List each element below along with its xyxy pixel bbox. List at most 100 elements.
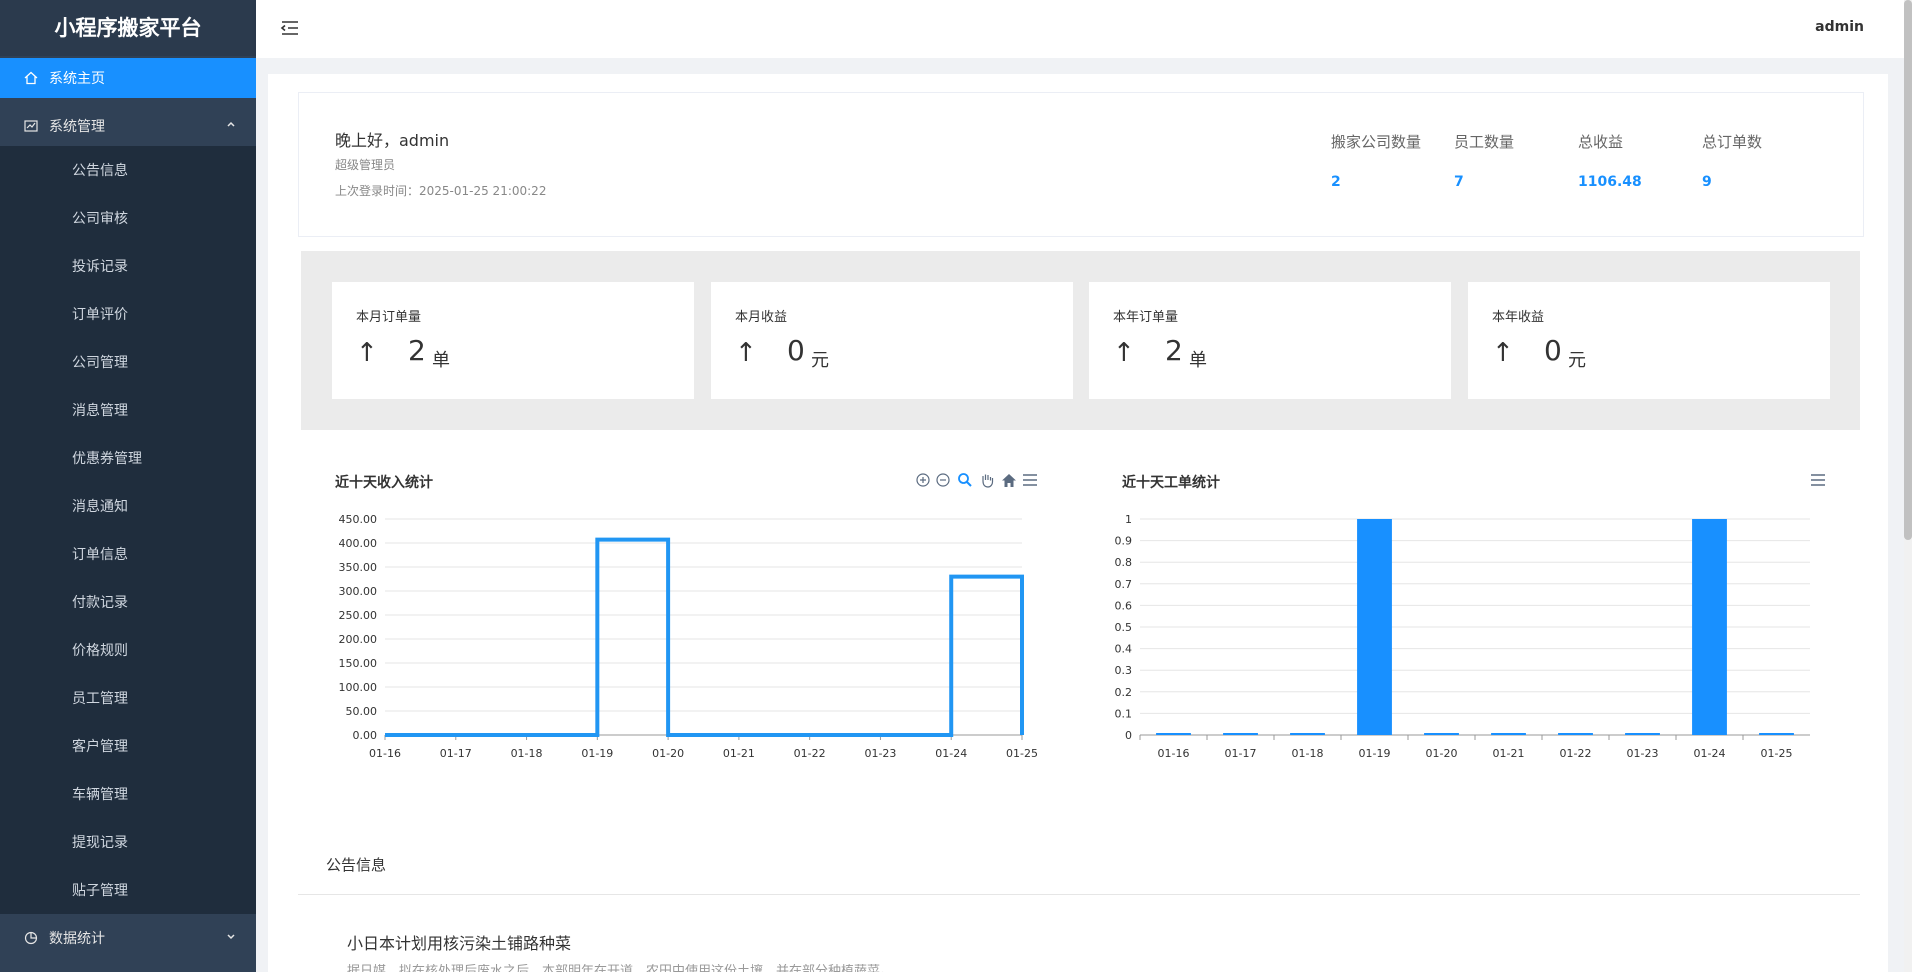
bar — [1156, 733, 1191, 735]
summary-card-month-orders: 本月订单量 ↑ 2 单 — [332, 282, 694, 399]
y-tick-label: 0.8 — [1115, 556, 1133, 569]
bar — [1491, 733, 1526, 735]
sidebar-subitem[interactable]: 员工管理 — [0, 674, 256, 722]
user-role: 超级管理员 — [335, 158, 396, 172]
x-tick-label: 01-25 — [1006, 747, 1038, 760]
y-tick-label: 350.00 — [339, 561, 378, 574]
menu-fold-icon[interactable] — [280, 18, 300, 38]
y-tick-label: 0.1 — [1115, 707, 1133, 720]
sidebar-subitem[interactable]: 优惠券管理 — [0, 434, 256, 482]
y-tick-label: 450.00 — [339, 513, 378, 526]
y-tick-label: 0.7 — [1115, 578, 1133, 591]
chart-menu-icon[interactable] — [1810, 472, 1826, 488]
sidebar-subitem[interactable]: 订单评价 — [0, 290, 256, 338]
sidebar-subitem[interactable]: 提现记录 — [0, 818, 256, 866]
y-tick-label: 0.5 — [1115, 621, 1133, 634]
x-tick-label: 01-23 — [864, 747, 896, 760]
sidebar-subitem[interactable]: 车辆管理 — [0, 770, 256, 818]
y-tick-label: 400.00 — [339, 537, 378, 550]
x-tick-label: 01-24 — [935, 747, 967, 760]
home-reset-icon[interactable] — [1001, 472, 1017, 488]
bar — [1692, 519, 1727, 735]
summary-unit: 元 — [811, 350, 829, 371]
zoom-in-icon[interactable] — [915, 472, 931, 488]
sidebar: 小程序搬家平台 系统主页 系统管理 公告信息 公司审核 投诉记录 订单评价 公司管理 消息… — [0, 0, 256, 972]
summary-unit: 单 — [432, 350, 450, 371]
arrow-up-icon: ↑ — [1492, 338, 1514, 368]
x-tick-label: 01-16 — [1158, 747, 1190, 760]
summary-value: 0 — [1544, 334, 1562, 367]
notice-item-snippet: 据日媒，拟在核处理后废水之后，本部明年在开道、农田中使用这份土壤，并在部分种植蔬… — [347, 964, 894, 972]
y-tick-label: 300.00 — [339, 585, 378, 598]
sidebar-subitem[interactable]: 付款记录 — [0, 578, 256, 626]
sidebar-item-home[interactable]: 系统主页 — [0, 58, 256, 98]
scrollbar-thumb[interactable] — [1904, 0, 1912, 540]
bar — [1357, 519, 1392, 735]
income-chart: 0.00 50.00 100.00 150.00 200.00 250.00 300.00 3… — [339, 513, 1038, 760]
scrollbar[interactable] — [1904, 0, 1912, 972]
orders-chart-title: 近十天工单统计 — [1122, 475, 1220, 491]
summary-title: 本年收益 — [1492, 310, 1545, 325]
chevron-down-icon — [226, 930, 236, 944]
sidebar-subitem[interactable]: 消息通知 — [0, 482, 256, 530]
x-tick-label: 01-20 — [652, 747, 684, 760]
sidebar-subitem[interactable]: 消息管理 — [0, 386, 256, 434]
sidebar-item-stats[interactable]: 数据统计 — [0, 918, 256, 958]
sidebar-subitem[interactable]: 公告信息 — [0, 146, 256, 194]
stat-total-orders: 总订单数 9 — [1702, 131, 1822, 190]
notice-item-title[interactable]: 小日本计划用核污染土铺路种菜 — [347, 930, 571, 954]
summary-value: 2 — [408, 334, 426, 367]
home-icon — [23, 70, 39, 86]
summary-card-year-orders: 本年订单量 ↑ 2 单 — [1089, 282, 1451, 399]
sidebar-subitem[interactable]: 贴子管理 — [0, 866, 256, 914]
y-tick-label: 0.4 — [1115, 643, 1133, 656]
pan-hand-icon[interactable] — [979, 472, 995, 488]
sidebar-subitem[interactable]: 公司审核 — [0, 194, 256, 242]
stat-staff-count: 员工数量 7 — [1454, 131, 1574, 190]
summary-title: 本月订单量 — [356, 310, 422, 325]
y-tick-label: 1 — [1125, 513, 1132, 526]
y-tick-label: 0 — [1125, 729, 1132, 742]
x-tick-label: 01-20 — [1426, 747, 1458, 760]
last-login: 上次登录时间：2025-01-25 21:00:22 — [335, 184, 547, 198]
zoom-out-icon[interactable] — [935, 472, 951, 488]
sidebar-subitem[interactable]: 投诉记录 — [0, 242, 256, 290]
y-tick-label: 50.00 — [346, 705, 378, 718]
pie-chart-icon — [23, 930, 39, 946]
chart-icon — [23, 118, 39, 134]
sidebar-subitem[interactable]: 订单信息 — [0, 530, 256, 578]
chart-menu-icon[interactable] — [1022, 472, 1038, 488]
stat-label: 总收益 — [1578, 133, 1624, 151]
summary-value: 2 — [1165, 334, 1183, 367]
sidebar-subitem[interactable]: 公司管理 — [0, 338, 256, 386]
income-chart-title: 近十天收入统计 — [335, 475, 433, 491]
sidebar-item-label: 数据统计 — [49, 931, 105, 947]
top-header: admin — [256, 0, 1904, 59]
greeting: 晚上好，admin — [335, 131, 450, 150]
summary-title: 本月收益 — [735, 310, 788, 325]
sidebar-item-label: 系统主页 — [49, 71, 105, 87]
app-title: 小程序搬家平台 — [0, 0, 256, 56]
sidebar-item-label: 系统管理 — [49, 119, 105, 135]
chevron-up-icon — [226, 118, 236, 132]
x-tick-label: 01-18 — [511, 747, 543, 760]
sidebar-subitem[interactable]: 客户管理 — [0, 722, 256, 770]
x-tick-label: 01-17 — [440, 747, 472, 760]
sidebar-item-system[interactable]: 系统管理 — [0, 106, 256, 146]
sidebar-subitem[interactable]: 价格规则 — [0, 626, 256, 674]
magnifier-icon[interactable] — [957, 472, 973, 488]
x-tick-label: 01-22 — [1560, 747, 1592, 760]
stat-value: 1106.48 — [1578, 174, 1642, 190]
x-tick-label: 01-23 — [1627, 747, 1659, 760]
bar — [1290, 733, 1325, 735]
user-name[interactable]: admin — [1815, 19, 1864, 35]
summary-unit: 元 — [1568, 350, 1586, 371]
summary-card-month-revenue: 本月收益 ↑ 0 元 — [711, 282, 1073, 399]
y-tick-label: 150.00 — [339, 657, 378, 670]
income-series-line — [385, 537, 1024, 737]
stat-label: 搬家公司数量 — [1331, 133, 1422, 151]
y-tick-label: 0.9 — [1115, 535, 1133, 548]
summary-unit: 单 — [1189, 350, 1207, 371]
x-tick-label: 01-16 — [369, 747, 401, 760]
stat-value: 7 — [1454, 174, 1464, 190]
